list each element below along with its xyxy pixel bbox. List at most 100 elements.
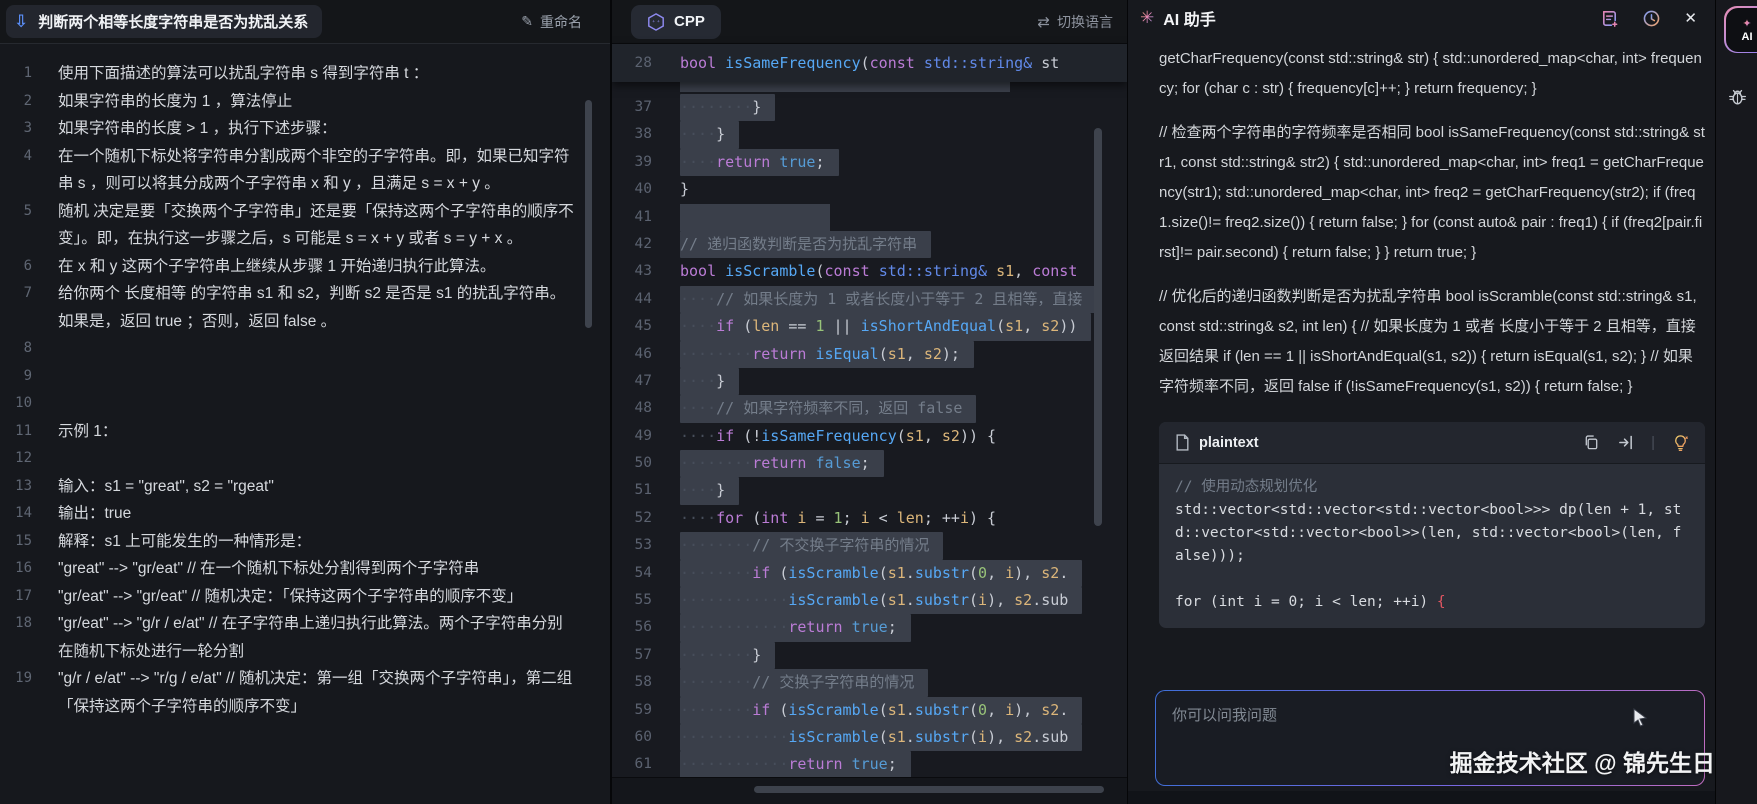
code-line: 55 ············isScramble(s1.substr(i), s… bbox=[612, 587, 1127, 615]
ai-badge[interactable]: ✦ AI bbox=[1724, 6, 1757, 53]
code-line: 48 ····// 如果字符频率不同，返回 false bbox=[612, 395, 1127, 423]
line-number: 59 bbox=[634, 701, 652, 718]
ai-message: getCharFrequency(const std::string& str)… bbox=[1159, 50, 1702, 97]
problem-title: 判断两个相等长度字符串是否为扰乱关系 bbox=[38, 14, 309, 31]
line-number: 54 bbox=[634, 564, 652, 581]
line-number: 58 bbox=[634, 674, 652, 691]
code-line-content: ····if (!isSameFrequency(s1, s2)) { bbox=[680, 426, 997, 445]
ai-conversation[interactable]: getCharFrequency(const std::string& str)… bbox=[1128, 36, 1715, 690]
problem-line: 8 bbox=[0, 335, 610, 363]
ai-input-area: 掘金技术社区 @ 锦先生日 bbox=[1128, 690, 1715, 804]
code-block-line: std::vector<std::vector<std::vector<bool… bbox=[1175, 502, 1682, 564]
clipped-code-line bbox=[680, 82, 1010, 92]
problem-line: 15 解释：s1 上可能发生的一种情形是： bbox=[0, 528, 610, 556]
line-number: 2 bbox=[23, 92, 32, 109]
line-number: 6 bbox=[23, 257, 32, 274]
code-rows: 37 ········} 38 ····} 39 ····return true; 40} 4… bbox=[612, 94, 1127, 779]
lightbulb-icon[interactable] bbox=[1672, 434, 1689, 452]
code-header: ⁺⁺ CPP ⇄ 切换语言 bbox=[612, 0, 1127, 44]
ai-title: AI 助手 bbox=[1163, 12, 1216, 29]
line-number: 46 bbox=[634, 345, 652, 362]
code-line-content bbox=[680, 203, 830, 231]
problem-line: 6 在 x 和 y 这两个子字符串上继续从步骤 1 开始递归执行此算法。 bbox=[0, 253, 610, 281]
copy-icon[interactable] bbox=[1583, 434, 1600, 451]
problem-title-pill[interactable]: ⇩ 判断两个相等长度字符串是否为扰乱关系 bbox=[6, 5, 323, 38]
ai-assistant-panel: ✳ AI 助手 ✕ getCharFrequency(const std::st… bbox=[1128, 0, 1715, 804]
code-line-content: ········return false; bbox=[680, 450, 884, 478]
code-line: 52 ····for (int i = 1; i < len; ++i) { bbox=[612, 505, 1127, 532]
code-line: 59 ········if (isScramble(s1.substr(0, i)… bbox=[612, 696, 1127, 724]
line-number: 39 bbox=[634, 153, 652, 170]
code-line-content: ············return true; bbox=[680, 751, 911, 779]
code-line: 54 ········if (isScramble(s1.substr(0, i)… bbox=[612, 559, 1127, 588]
problem-line: 1 使用下面描述的算法可以扰乱字符串 s 得到字符串 t ： bbox=[0, 60, 610, 88]
ai-code-block: plaintext | // 使用动态规划优化 std::vector<std:… bbox=[1159, 422, 1705, 628]
code-line: 37 ········} bbox=[612, 94, 1127, 122]
line-number: 3 bbox=[23, 120, 32, 136]
rename-label: 重命名 bbox=[540, 13, 582, 30]
code-line-content: ····// 如果字符频率不同，返回 false bbox=[680, 395, 977, 423]
code-line-content: ············isScramble(s1.substr(i), s2.… bbox=[680, 723, 1083, 752]
problem-scrollbar[interactable] bbox=[585, 100, 592, 328]
problem-line-text: 输入：s1 = "great", s2 = "rgeat" bbox=[58, 477, 274, 495]
code-line: 45 ····if (len == 1 || isShortAndEqual(s1… bbox=[612, 313, 1127, 341]
code-horizontal-scrollbar[interactable] bbox=[754, 786, 1104, 793]
problem-line: 11 示例 1： bbox=[0, 418, 610, 446]
problem-line-text bbox=[58, 363, 610, 391]
ai-question-input[interactable] bbox=[1156, 691, 1704, 785]
sticky-scroll-line[interactable]: 28 bool isSameFrequency(const std::string… bbox=[612, 44, 1127, 82]
svg-text:⁺⁺: ⁺⁺ bbox=[651, 17, 660, 26]
code-editor[interactable]: 28 bool isSameFrequency(const std::string… bbox=[612, 44, 1127, 804]
line-number: 7 bbox=[23, 285, 32, 301]
problem-line-text: "great" --> "gr/eat" // 在一个随机下标处分割得到两个子字… bbox=[58, 560, 480, 577]
new-chat-icon[interactable] bbox=[1600, 9, 1619, 28]
code-line-content: bool isSameFrequency(const std::string& … bbox=[680, 54, 1060, 72]
switch-language-button[interactable]: ⇄ 切换语言 bbox=[1037, 12, 1119, 32]
line-number: 17 bbox=[15, 587, 32, 604]
rename-button[interactable]: ✎ 重命名 bbox=[521, 12, 582, 32]
ai-input-border bbox=[1155, 690, 1705, 786]
history-icon[interactable] bbox=[1642, 9, 1661, 28]
debug-bug-icon[interactable] bbox=[1727, 86, 1748, 112]
code-block-line: for (int i = 0; i < len; ++i) { bbox=[1175, 594, 1446, 610]
line-number: 12 bbox=[15, 450, 32, 466]
tab-cpp[interactable]: ⁺⁺ CPP bbox=[631, 4, 721, 39]
line-number: 52 bbox=[634, 509, 652, 526]
code-line: 56 ············return true; bbox=[612, 614, 1127, 642]
problem-line-text: 如果字符串的长度 > 1 ，执行下述步骤： bbox=[58, 120, 337, 137]
code-line-content: ········if (isScramble(s1.substr(0, i), … bbox=[680, 696, 1083, 724]
line-number: 18 bbox=[15, 615, 32, 631]
code-line: 39 ····return true; bbox=[612, 148, 1127, 177]
close-icon[interactable]: ✕ bbox=[1684, 9, 1697, 27]
mouse-cursor-icon bbox=[1631, 707, 1649, 732]
code-block-line bbox=[1175, 568, 1689, 591]
problem-line: 12 bbox=[0, 445, 610, 473]
problem-line: 14 输出：true bbox=[0, 500, 610, 528]
code-line: 60 ············isScramble(s1.substr(i), s… bbox=[612, 723, 1127, 752]
line-number: 49 bbox=[634, 427, 652, 444]
problem-line-text: 示例 1： bbox=[58, 422, 118, 440]
line-number: 42 bbox=[634, 235, 652, 252]
problem-text-area[interactable]: 1 使用下面描述的算法可以扰乱字符串 s 得到字符串 t ： 2 如果字符串的长度为 … bbox=[0, 44, 610, 804]
line-number: 48 bbox=[634, 400, 652, 417]
code-line-content: ····// 如果长度为 1 或者长度小于等于 2 且相等，直接 bbox=[680, 285, 1097, 314]
code-block-content: // 使用动态规划优化 std::vector<std::vector<std::… bbox=[1159, 464, 1705, 628]
problem-line-text bbox=[58, 335, 610, 363]
line-number: 44 bbox=[634, 290, 652, 307]
line-number: 47 bbox=[634, 372, 652, 389]
line-number: 15 bbox=[15, 532, 32, 549]
problem-line: 16 "great" --> "gr/eat" // 在一个随机下标处分割得到两个… bbox=[0, 555, 610, 583]
problem-header: ⇩ 判断两个相等长度字符串是否为扰乱关系 ✎ 重命名 bbox=[0, 0, 610, 44]
code-line-content: ········// 交换子字符串的情况 bbox=[680, 669, 929, 697]
line-number: 45 bbox=[634, 318, 652, 335]
problem-line: 17 "gr/eat" --> "gr/eat" // 随机决定：「保持这两个子字… bbox=[0, 583, 610, 611]
tab-cpp-label: CPP bbox=[674, 13, 705, 30]
insert-code-icon[interactable] bbox=[1617, 434, 1634, 451]
code-line: 49 ····if (!isSameFrequency(s1, s2)) { bbox=[612, 423, 1127, 450]
pencil-icon: ✎ bbox=[521, 13, 533, 29]
code-vertical-scrollbar[interactable] bbox=[1094, 128, 1102, 526]
line-number: 13 bbox=[15, 477, 32, 494]
code-line-content: bool isScramble(const std::string& s1, c… bbox=[680, 262, 1078, 281]
code-block-language: plaintext bbox=[1199, 434, 1259, 451]
code-line: 46 ········return isEqual(s1, s2); bbox=[612, 340, 1127, 368]
